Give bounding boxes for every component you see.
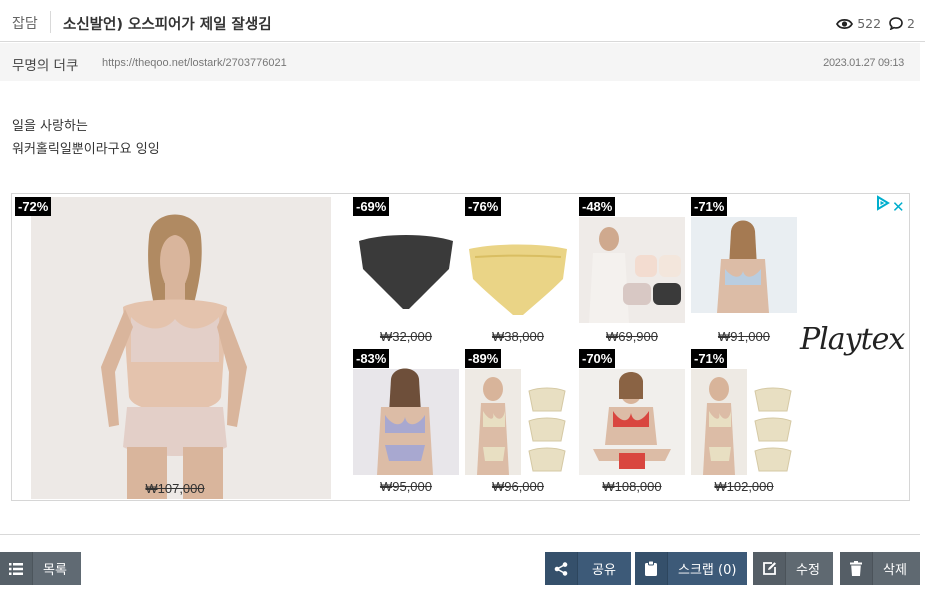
product-price: ₩91,000 [717, 329, 771, 344]
product-price: ₩108,000 [602, 479, 662, 494]
ad-product[interactable]: -76% ₩38,000 [465, 197, 571, 345]
ad-banner[interactable]: ✕ -72% ₩107,000 -69% ₩32,000 -76% ₩38,00… [11, 193, 910, 501]
discount-badge: -70% [579, 349, 616, 368]
product-image [579, 369, 685, 475]
product-price: ₩96,000 [491, 479, 545, 494]
close-icon[interactable]: ✕ [892, 200, 905, 215]
discount-badge: -71% [691, 197, 728, 216]
discount-badge: -76% [465, 197, 502, 216]
header-divider [50, 11, 51, 33]
share-button-label: 공유 [592, 563, 616, 578]
edit-button[interactable]: 수정 [753, 552, 833, 585]
ad-product[interactable]: -70% ₩108,000 [579, 349, 685, 499]
ad-product-main[interactable]: -72% ₩107,000 [15, 197, 335, 499]
comment-icon [889, 17, 903, 30]
product-image [353, 197, 459, 325]
edit-button-label: 수정 [796, 563, 820, 578]
body-line: 일을 사랑하는 [12, 119, 88, 134]
product-price: ₩102,000 [714, 479, 774, 494]
comment-count: 2 [907, 16, 915, 31]
product-price: ₩69,900 [605, 329, 659, 344]
clipboard-icon [635, 552, 668, 585]
discount-badge: -72% [15, 197, 52, 216]
product-image [465, 197, 571, 325]
post-body: 일을 사랑하는 워커홀릭일뿐이라구요 잉잉 [12, 115, 160, 161]
body-line: 워커홀릭일뿐이라구요 잉잉 [12, 142, 160, 157]
author-name[interactable]: 무명의 더쿠 [12, 54, 78, 74]
edit-icon [753, 552, 786, 585]
product-price: ₩38,000 [491, 329, 545, 344]
post-header: 잡담 소신발언) 오스피어가 제일 잘생김 522 2 [0, 0, 925, 42]
product-image [691, 217, 797, 313]
ad-product[interactable]: -89% ₩96,000 [465, 349, 571, 499]
content-divider [0, 534, 920, 535]
trash-icon [840, 552, 873, 585]
product-image [579, 217, 685, 323]
discount-badge: -69% [353, 197, 390, 216]
list-icon [0, 552, 33, 585]
adchoices-icon[interactable] [875, 195, 891, 211]
ad-product[interactable]: -83% ₩95,000 [353, 349, 459, 499]
product-price: ₩32,000 [379, 329, 433, 344]
eye-icon [836, 18, 854, 29]
product-image [465, 369, 566, 475]
delete-button[interactable]: 삭제 [840, 552, 920, 585]
product-price: ₩95,000 [379, 479, 433, 494]
discount-badge: -83% [353, 349, 390, 368]
discount-badge: -48% [579, 197, 616, 216]
view-count: 522 [857, 16, 882, 31]
post-date: 2023.01.27 09:13 [823, 57, 904, 69]
share-button[interactable]: 공유 [545, 552, 631, 585]
scrap-button[interactable]: 스크랩 (0) [635, 552, 747, 585]
ad-product[interactable]: -48% ₩69,900 [579, 197, 685, 345]
discount-badge: -71% [691, 349, 728, 368]
scrap-button-label: 스크랩 (0) [678, 563, 737, 578]
brand-logo[interactable]: Playtex [800, 322, 905, 357]
product-image [31, 197, 331, 499]
list-button-label: 목록 [43, 563, 67, 578]
ad-product[interactable]: -71% ₩91,000 [691, 197, 797, 345]
share-icon [545, 552, 578, 585]
ad-product[interactable]: -71% ₩102,000 [691, 349, 797, 499]
discount-badge: -89% [465, 349, 502, 368]
post-meta: 무명의 더쿠 https://theqoo.net/lostark/270377… [0, 43, 920, 81]
post-title: 소신발언) 오스피어가 제일 잘생김 [63, 17, 272, 33]
post-stats: 522 2 [836, 16, 915, 31]
product-image [353, 368, 459, 475]
product-price: ₩107,000 [145, 481, 205, 496]
ad-product[interactable]: -69% ₩32,000 [353, 197, 459, 345]
product-image [691, 369, 792, 475]
post-url[interactable]: https://theqoo.net/lostark/2703776021 [102, 57, 287, 69]
post-category[interactable]: 잡담 [12, 13, 38, 33]
list-button[interactable]: 목록 [0, 552, 81, 585]
delete-button-label: 삭제 [883, 563, 907, 578]
